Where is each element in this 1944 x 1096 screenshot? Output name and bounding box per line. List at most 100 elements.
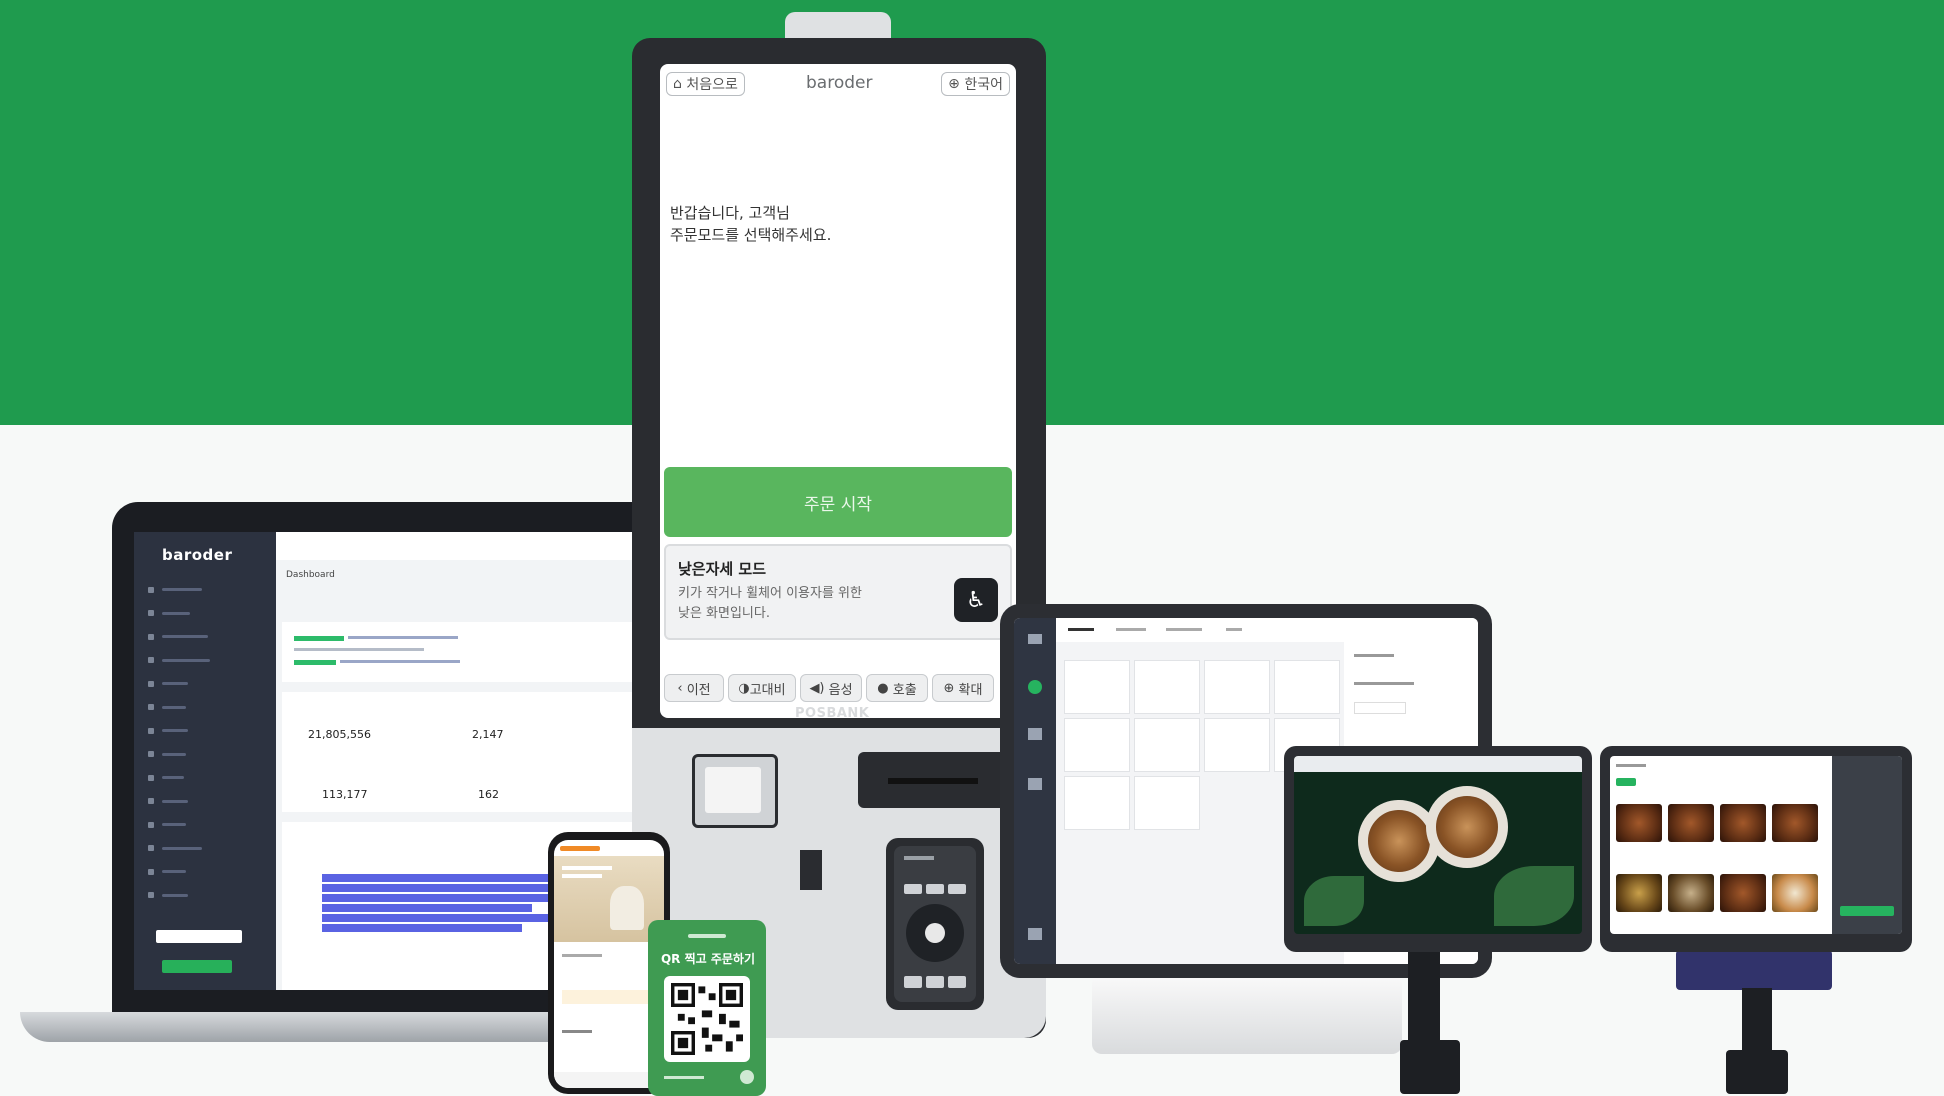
qr-code-icon bbox=[671, 983, 743, 1055]
chart-bar bbox=[322, 904, 532, 912]
table-tile[interactable] bbox=[1204, 660, 1270, 714]
call-label: 호출 bbox=[892, 682, 917, 698]
customer-display bbox=[1284, 746, 1592, 952]
chevron-left-icon: ‹ bbox=[677, 680, 687, 696]
notice-card bbox=[282, 622, 646, 682]
pos-stand bbox=[1092, 974, 1402, 1054]
chart-bar bbox=[322, 914, 562, 922]
chart-bar bbox=[322, 894, 572, 902]
zoom-label: 확대 bbox=[958, 682, 983, 698]
admin-menu-item[interactable] bbox=[148, 696, 266, 720]
table-tile[interactable] bbox=[1274, 660, 1340, 714]
qr-code[interactable] bbox=[664, 976, 750, 1062]
menu-screen bbox=[1610, 756, 1902, 934]
wheelchair-icon: ♿ bbox=[954, 578, 998, 622]
low-mode-description: 키가 작거나 휠체어 이용자를 위한 낮은 화면입니다. bbox=[678, 586, 862, 621]
menu-item-image[interactable] bbox=[1720, 804, 1766, 842]
admin-menu-item[interactable] bbox=[148, 649, 266, 673]
pos-tabs bbox=[1056, 618, 1478, 642]
low-posture-mode-button[interactable]: 낮은자세 모드 키가 작거나 휠체어 이용자를 위한 낮은 화면입니다. ♿ bbox=[664, 544, 1012, 640]
stat-value: 162 bbox=[478, 788, 499, 801]
accessibility-bar: ‹ 이전 ◑ 고대비 ◀) 음성 ● 호출 ⊕ 확대 bbox=[664, 674, 1016, 702]
admin-menu-item[interactable] bbox=[148, 766, 266, 790]
stat-value: 2,147 bbox=[472, 728, 504, 741]
table-tile[interactable] bbox=[1134, 718, 1200, 772]
page-title: Dashboard bbox=[286, 570, 335, 580]
admin-sidebar: baroder bbox=[134, 532, 276, 990]
tablet-stand bbox=[1676, 950, 1832, 990]
direction-pad[interactable] bbox=[906, 904, 964, 962]
zoom-icon: ⊕ bbox=[943, 680, 959, 696]
admin-menu-item[interactable] bbox=[148, 625, 266, 649]
order-button[interactable] bbox=[1840, 906, 1894, 916]
accessibility-keypad bbox=[886, 838, 984, 1010]
home-button[interactable]: ⌂ 처음으로 bbox=[666, 72, 745, 96]
menu-item-image[interactable] bbox=[1772, 804, 1818, 842]
admin-menu-item[interactable] bbox=[148, 813, 266, 837]
leaf-decoration bbox=[1494, 866, 1574, 926]
menu-item-image[interactable] bbox=[1616, 804, 1662, 842]
display-foot bbox=[1400, 1040, 1460, 1094]
back-button[interactable]: ‹ 이전 bbox=[664, 674, 724, 702]
stat-value: 113,177 bbox=[322, 788, 368, 801]
table-order-tablet bbox=[1600, 746, 1912, 952]
globe-icon: ⊕ bbox=[948, 76, 965, 92]
stats-card: 21,805,556 2,147 113,177 162 bbox=[282, 692, 646, 812]
admin-topbar bbox=[276, 532, 650, 560]
menu-item-image[interactable] bbox=[1772, 874, 1818, 912]
manufacturer-label: POSBANK bbox=[795, 706, 870, 721]
table-tile[interactable] bbox=[1064, 718, 1130, 772]
menu-item-image[interactable] bbox=[1720, 874, 1766, 912]
menu-item-image[interactable] bbox=[1668, 804, 1714, 842]
admin-logo: baroder bbox=[162, 546, 233, 564]
admin-menu-item[interactable] bbox=[148, 837, 266, 861]
table-tile[interactable] bbox=[1204, 718, 1270, 772]
cart-panel bbox=[1832, 756, 1902, 934]
store-select[interactable] bbox=[156, 930, 242, 943]
table-tile[interactable] bbox=[1134, 660, 1200, 714]
high-contrast-button[interactable]: ◑ 고대비 bbox=[728, 674, 796, 702]
chart-bar bbox=[322, 884, 552, 892]
chart-bar bbox=[322, 924, 522, 932]
menu-item-image[interactable] bbox=[1668, 874, 1714, 912]
display-pole bbox=[1408, 946, 1440, 1046]
language-button[interactable]: ⊕ 한국어 bbox=[941, 72, 1010, 96]
admin-menu-item[interactable] bbox=[148, 672, 266, 696]
greeting-text: 반갑습니다, 고객님 주문모드를 선택해주세요. bbox=[670, 204, 832, 244]
chart-bar bbox=[322, 874, 582, 882]
admin-menu-item[interactable] bbox=[148, 578, 266, 602]
qr-order-card: QR 찍고 주문하기 bbox=[648, 920, 766, 1096]
pos-sidebar bbox=[1014, 618, 1056, 964]
language-button-label: 한국어 bbox=[964, 77, 1003, 93]
barcode-scanner bbox=[692, 754, 778, 828]
leaf-decoration bbox=[1304, 876, 1364, 926]
home-button-label: 처음으로 bbox=[686, 77, 738, 93]
admin-menu-item[interactable] bbox=[148, 790, 266, 814]
home-icon: ⌂ bbox=[673, 76, 687, 92]
admin-menu-item[interactable] bbox=[148, 743, 266, 767]
admin-action-button[interactable] bbox=[162, 960, 232, 973]
card-reader bbox=[858, 752, 1008, 808]
voice-label: 음성 bbox=[828, 682, 853, 698]
table-tile[interactable] bbox=[1064, 660, 1130, 714]
start-order-button[interactable]: 주문 시작 bbox=[664, 467, 1012, 537]
coffee-cup-image bbox=[1426, 786, 1508, 868]
speaker-icon: ◀) bbox=[809, 680, 829, 696]
zoom-button[interactable]: ⊕ 확대 bbox=[932, 674, 994, 702]
contrast-label: 고대비 bbox=[749, 682, 786, 698]
tablet-foot bbox=[1726, 1050, 1788, 1094]
stat-value: 21,805,556 bbox=[308, 728, 371, 741]
admin-menu-item[interactable] bbox=[148, 860, 266, 884]
call-staff-button[interactable]: ● 호출 bbox=[866, 674, 928, 702]
admin-menu-item[interactable] bbox=[148, 602, 266, 626]
admin-menu-item[interactable] bbox=[148, 884, 266, 908]
menu-item-image[interactable] bbox=[1616, 874, 1662, 912]
ic-card-slot bbox=[800, 850, 822, 890]
bell-icon: ● bbox=[877, 680, 893, 696]
table-tile[interactable] bbox=[1134, 776, 1200, 830]
tablet-pole bbox=[1742, 988, 1772, 1056]
kiosk-header: ⌂ 처음으로 baroder ⊕ 한국어 bbox=[660, 64, 1016, 108]
voice-button[interactable]: ◀) 음성 bbox=[800, 674, 862, 702]
table-tile[interactable] bbox=[1064, 776, 1130, 830]
admin-menu-item[interactable] bbox=[148, 719, 266, 743]
